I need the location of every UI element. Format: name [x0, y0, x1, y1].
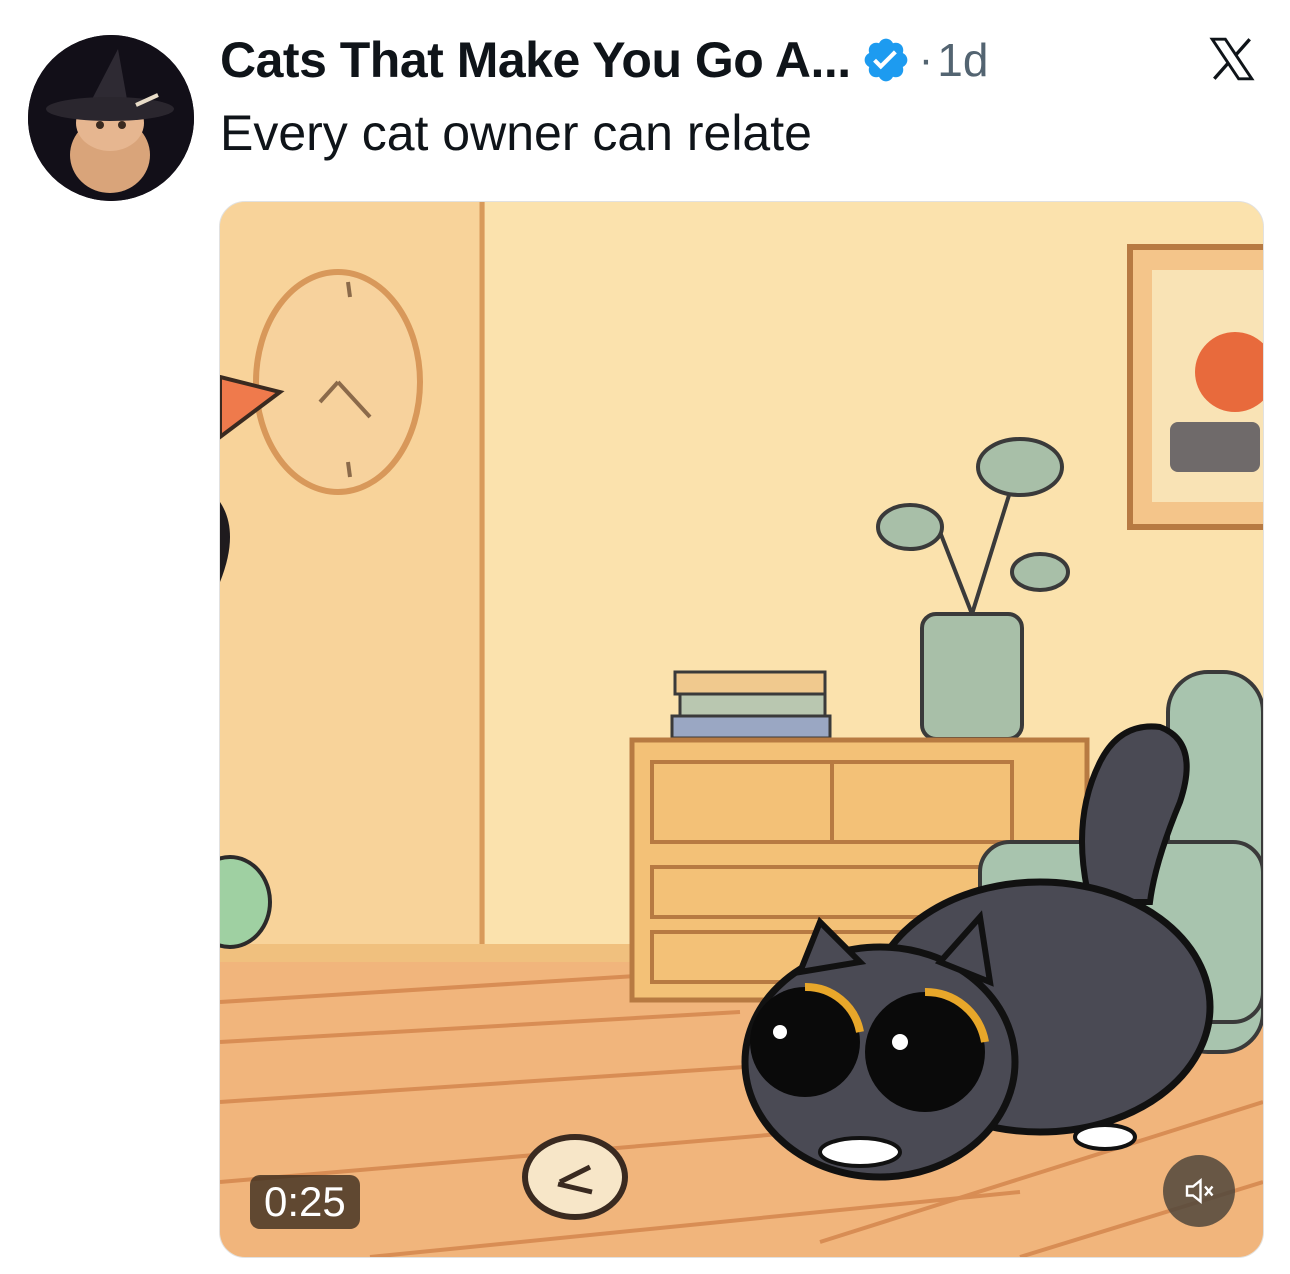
x-logo-icon[interactable]: [1206, 34, 1258, 84]
volume-muted-icon[interactable]: [1163, 1155, 1235, 1227]
video-frame: [220, 202, 1263, 1257]
time-separator: ·: [918, 35, 934, 84]
tweet-header: Cats That Make You Go A... · 1d: [220, 28, 988, 92]
video-duration: 0:25: [250, 1175, 360, 1229]
tweet-text: Every cat owner can relate: [220, 105, 812, 161]
author-avatar[interactable]: [28, 35, 194, 201]
avatar-image: [28, 35, 194, 201]
author-name[interactable]: Cats That Make You Go A...: [220, 31, 851, 89]
post-time[interactable]: 1d: [937, 33, 988, 87]
video-player[interactable]: 0:25: [219, 201, 1264, 1258]
verified-badge-icon: [861, 35, 911, 85]
